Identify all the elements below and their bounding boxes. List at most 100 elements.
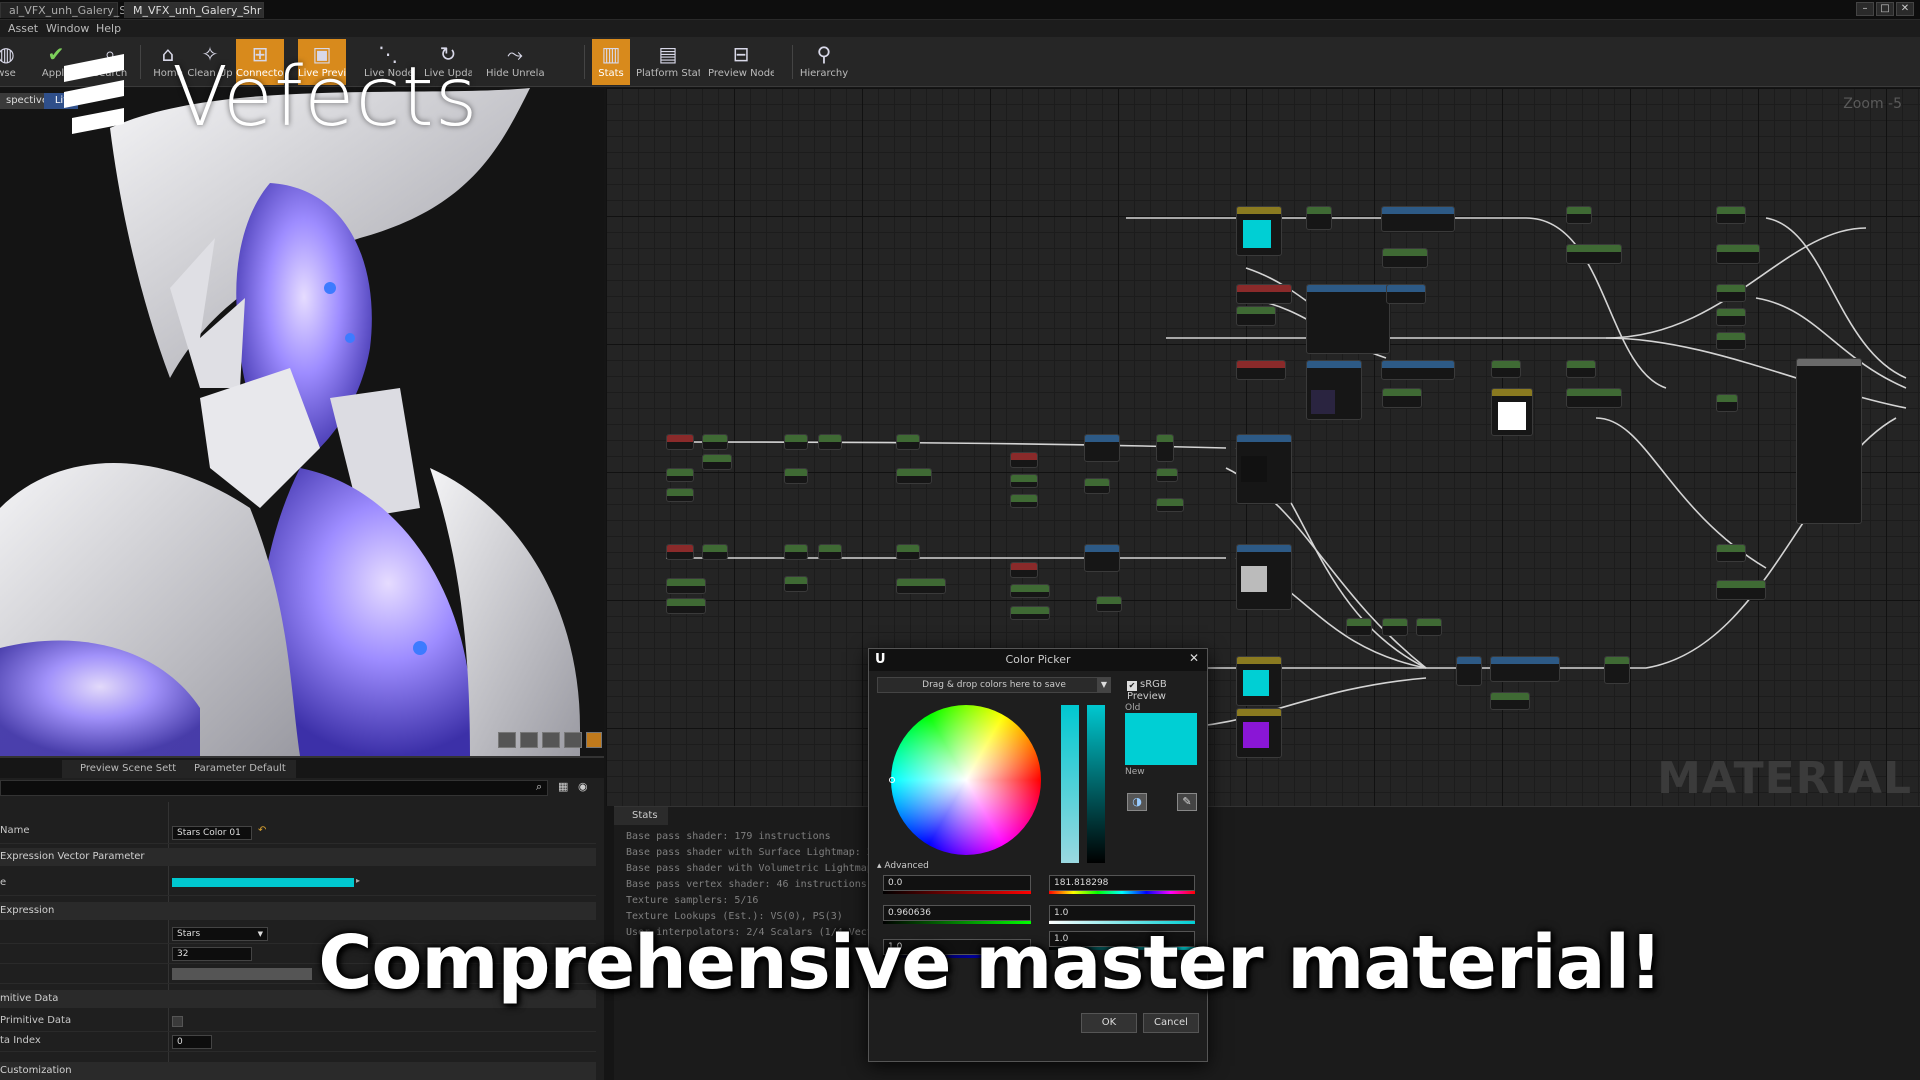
graph-node[interactable] — [1306, 206, 1332, 230]
graph-node[interactable] — [1010, 494, 1038, 508]
graph-node[interactable] — [818, 434, 842, 450]
graph-node[interactable] — [1156, 434, 1174, 462]
graph-node[interactable] — [1716, 394, 1738, 412]
graph-node[interactable] — [702, 434, 728, 450]
graph-node-custom[interactable] — [1306, 284, 1390, 354]
maximize-icon[interactable]: □ — [1876, 2, 1894, 16]
graph-node-constant3[interactable] — [1491, 388, 1533, 436]
graph-node[interactable] — [1084, 478, 1110, 494]
red-field[interactable]: 0.0 — [883, 875, 1031, 891]
tab-preview-scene-settings[interactable]: Preview Scene Sett — [62, 760, 187, 778]
green-field[interactable]: 0.960636 — [883, 905, 1031, 921]
graph-node-color-param[interactable] — [1236, 206, 1282, 256]
tab-parameter-defaults[interactable]: Parameter Default — [176, 760, 296, 778]
graph-node[interactable] — [784, 468, 808, 484]
graph-node[interactable] — [1382, 248, 1428, 268]
preview-cube-icon[interactable] — [520, 732, 538, 748]
graph-node[interactable] — [666, 578, 706, 594]
graph-node[interactable] — [896, 434, 920, 450]
preview-cylinder-icon[interactable] — [564, 732, 582, 748]
graph-node[interactable] — [784, 434, 808, 450]
document-tab-material[interactable]: M_VFX_unh_Galery_Shr — [124, 2, 264, 18]
graph-node[interactable] — [702, 454, 732, 470]
browse-button[interactable]: ◍ wse — [0, 39, 30, 85]
color-themes-icon[interactable]: ◑ — [1127, 793, 1147, 811]
default-color-swatch[interactable] — [172, 878, 354, 887]
preview-nodes-button[interactable]: ⊟Preview Nodes — [708, 39, 774, 85]
graph-node[interactable] — [1156, 498, 1184, 512]
close-icon[interactable]: ✕ — [1896, 2, 1914, 16]
eyedropper-icon[interactable]: ✎ — [1177, 793, 1197, 811]
graph-node[interactable] — [1716, 206, 1746, 224]
details-search-input[interactable] — [0, 780, 548, 796]
preview-viewport[interactable]: spective Lit — [0, 88, 604, 756]
cancel-button[interactable]: Cancel — [1143, 1013, 1199, 1033]
graph-node[interactable] — [1716, 244, 1760, 264]
graph-node[interactable] — [666, 468, 694, 482]
graph-node-texture-sample[interactable] — [1306, 360, 1362, 420]
preview-plane-icon[interactable] — [542, 732, 560, 748]
reset-icon[interactable]: ↶ — [258, 825, 266, 836]
section-expression[interactable]: Expression — [0, 902, 596, 920]
graph-node[interactable] — [896, 468, 932, 484]
graph-node[interactable] — [1386, 284, 1426, 304]
graph-node[interactable] — [1566, 388, 1622, 408]
ok-button[interactable]: OK — [1081, 1013, 1137, 1033]
menu-asset[interactable]: Asset — [8, 21, 38, 36]
graph-node-param[interactable] — [1010, 452, 1038, 468]
graph-node[interactable] — [1010, 606, 1050, 620]
menu-window[interactable]: Window — [46, 21, 89, 36]
graph-node[interactable] — [1156, 468, 1178, 482]
graph-node[interactable] — [1716, 284, 1746, 302]
graph-node[interactable] — [896, 544, 920, 560]
graph-node[interactable] — [1346, 618, 1372, 636]
color-wheel[interactable] — [891, 705, 1041, 855]
graph-node[interactable] — [1716, 308, 1746, 326]
graph-node[interactable] — [1456, 656, 1482, 686]
platform-stats-button[interactable]: ▤ Platform Stats — [636, 39, 700, 85]
graph-node[interactable] — [784, 544, 808, 560]
graph-node[interactable] — [1566, 206, 1592, 224]
color-themes-dropzone[interactable]: Drag & drop colors here to save — [877, 677, 1111, 693]
graph-node[interactable] — [1010, 474, 1038, 488]
primitive-data-checkbox[interactable] — [172, 1016, 183, 1027]
document-tab-instance[interactable]: al_VFX_unh_Galery_Shr — [0, 2, 138, 18]
graph-node-param[interactable] — [1010, 562, 1038, 578]
graph-node[interactable] — [1566, 244, 1622, 264]
section-vector-parameter[interactable]: Expression Vector Parameter — [0, 848, 596, 866]
graph-node-color-param[interactable] — [1236, 656, 1282, 706]
graph-node[interactable] — [1084, 544, 1120, 572]
graph-node[interactable] — [1381, 206, 1455, 232]
graph-node[interactable] — [1716, 580, 1766, 600]
graph-node-scalar-param[interactable] — [1236, 360, 1286, 380]
graph-node[interactable] — [1416, 618, 1442, 636]
hue-field[interactable]: 181.818298 — [1049, 875, 1195, 891]
graph-node-color-param[interactable] — [1236, 708, 1282, 758]
close-icon[interactable]: ✕ — [1189, 651, 1199, 665]
graph-node-scalar-param[interactable] — [1236, 284, 1292, 304]
graph-node[interactable] — [1382, 618, 1408, 636]
preview-mesh-icon[interactable] — [586, 732, 602, 748]
primitive-index-input[interactable]: 0 — [172, 1035, 212, 1049]
expand-arrow-icon[interactable]: ▸ — [356, 876, 360, 885]
graph-node[interactable] — [666, 598, 706, 614]
graph-node[interactable] — [1236, 306, 1276, 326]
stats-button[interactable]: ▥ Stats — [592, 39, 630, 85]
graph-node[interactable] — [1490, 692, 1530, 710]
graph-node-lerp[interactable] — [1490, 656, 1560, 682]
graph-node[interactable] — [1010, 584, 1050, 598]
graph-node-param[interactable] — [666, 434, 694, 450]
graph-node-material-output[interactable] — [1796, 358, 1862, 524]
saturation-slider[interactable] — [1061, 705, 1079, 863]
graph-node[interactable] — [1381, 360, 1455, 380]
graph-node[interactable] — [1566, 360, 1596, 378]
menu-help[interactable]: Help — [96, 21, 121, 36]
graph-node[interactable] — [1604, 656, 1630, 684]
grid-view-icon[interactable]: ▦ — [558, 780, 568, 793]
graph-node[interactable] — [1491, 360, 1521, 378]
graph-node[interactable] — [1096, 596, 1122, 612]
graph-node[interactable] — [1382, 388, 1422, 408]
tab-stats[interactable]: Stats — [614, 807, 668, 825]
graph-node[interactable] — [702, 544, 728, 560]
parameter-name-input[interactable]: Stars Color 01 — [172, 826, 252, 840]
